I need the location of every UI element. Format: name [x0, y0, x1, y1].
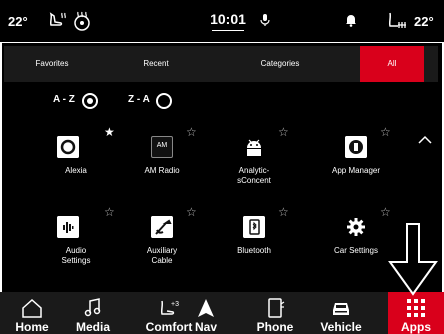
gear-icon [345, 216, 367, 238]
app-label: Auxiliary Cable [146, 246, 178, 265]
navigation-arrow-icon [198, 299, 214, 317]
nav-label: Home [15, 320, 49, 334]
app-label: Bluetooth [237, 246, 271, 255]
am-radio-icon-text: AM [156, 142, 168, 149]
car-icon [333, 303, 349, 315]
am-radio-icon: AM [151, 136, 173, 158]
bottom-nav: Home Media +3 Comfort Nav Phone Vehicle … [0, 292, 444, 334]
star-outline-icon[interactable]: ☆ [278, 205, 289, 219]
tab-categories[interactable]: Categories [212, 46, 348, 82]
star-outline-icon[interactable]: ☆ [186, 205, 197, 219]
driver-temperature[interactable]: 22° [8, 14, 28, 29]
app-category-tabs: Favorites Recent Categories All [4, 46, 438, 82]
nav-phone[interactable]: Phone [247, 292, 303, 334]
passenger-heated-seat-icon[interactable] [386, 10, 412, 39]
tab-favorites[interactable]: Favorites [4, 46, 100, 82]
nav-home[interactable]: Home [4, 292, 60, 334]
pointer-arrow-icon [386, 222, 440, 301]
app-bluetooth[interactable]: ☆ Bluetooth [214, 205, 294, 264]
status-bar: 22° 10:01 22° [0, 0, 444, 48]
android-icon [243, 136, 265, 158]
apps-list: A - Z Z - A ★ Alexia AM ☆ AM Radio ☆ Ana… [4, 82, 438, 290]
bluetooth-phone-icon [243, 216, 265, 238]
app-auxiliary-cable[interactable]: ☆ Auxiliary Cable [122, 205, 202, 274]
heated-seat-icon[interactable] [46, 10, 68, 37]
audio-settings-icon [57, 216, 79, 238]
music-note-icon [84, 298, 101, 317]
sort-za-label: Z - A [128, 94, 150, 105]
aux-cable-icon [151, 216, 173, 238]
clock: 10:01 [210, 11, 246, 27]
tab-all[interactable]: All [360, 46, 424, 82]
app-app-manager[interactable]: ☆ App Manager [316, 125, 396, 184]
app-analyticsconcent[interactable]: ☆ Analytic- sConcent [214, 125, 294, 188]
app-label: Car Settings [333, 246, 379, 255]
app-manager-icon [345, 136, 367, 158]
app-label: Analytic- sConcent [237, 166, 271, 185]
app-label: Alexia [65, 166, 87, 175]
star-outline-icon[interactable]: ☆ [380, 205, 391, 219]
scroll-up-icon[interactable] [418, 132, 432, 150]
nav-nav[interactable]: Nav [178, 292, 234, 334]
nav-vehicle[interactable]: Vehicle [313, 292, 369, 334]
home-icon [22, 298, 42, 318]
app-label: AM Radio [144, 166, 180, 175]
app-label: App Manager [331, 166, 381, 175]
app-car-settings[interactable]: ☆ Car Settings [316, 205, 396, 264]
app-alexia[interactable]: ★ Alexia [36, 125, 116, 184]
grid-icon [407, 299, 425, 317]
passenger-temperature[interactable]: 22° [414, 14, 434, 29]
nav-label: Vehicle [320, 320, 362, 334]
nav-label: Nav [194, 320, 217, 334]
star-outline-icon[interactable]: ☆ [278, 125, 289, 139]
clock-underline [212, 30, 244, 31]
notification-bell-icon[interactable] [345, 13, 357, 32]
alexa-ring-icon [57, 136, 79, 158]
tab-recent[interactable]: Recent [100, 46, 212, 82]
heated-steering-icon[interactable] [72, 10, 92, 37]
nav-label: Apps [401, 320, 431, 334]
app-am-radio[interactable]: AM ☆ AM Radio [122, 125, 202, 184]
microphone-icon [260, 13, 270, 32]
nav-label: Phone [256, 320, 294, 334]
star-outline-icon[interactable]: ☆ [380, 125, 391, 139]
app-audio-settings[interactable]: ☆ Audio Settings [36, 205, 116, 274]
sort-az-radio[interactable] [82, 93, 98, 109]
favorite-star-icon[interactable]: ★ [104, 125, 115, 139]
sort-az-label: A - Z [53, 94, 75, 105]
star-outline-icon[interactable]: ☆ [186, 125, 197, 139]
sort-za-radio[interactable] [156, 93, 172, 109]
nav-media[interactable]: Media [65, 292, 121, 334]
phone-icon [268, 298, 285, 318]
star-outline-icon[interactable]: ☆ [104, 205, 115, 219]
app-label: Audio Settings [61, 246, 91, 265]
nav-label: Media [75, 320, 110, 334]
